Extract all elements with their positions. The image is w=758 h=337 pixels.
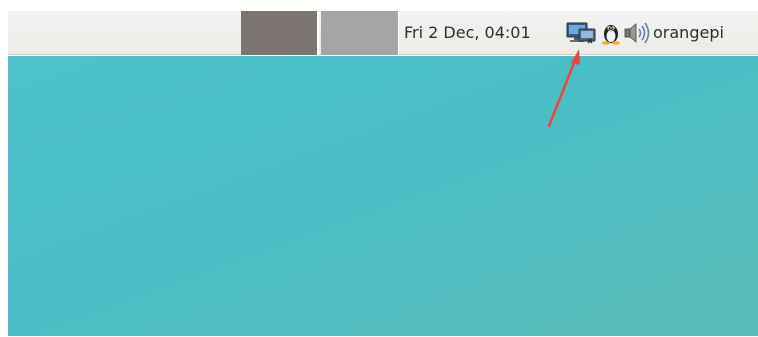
- tux-icon[interactable]: [601, 21, 621, 45]
- workspace-2-button[interactable]: [321, 11, 399, 55]
- top-panel: Fri 2 Dec, 04:01 orangepi: [8, 11, 758, 55]
- network-icon[interactable]: [564, 21, 598, 45]
- volume-icon[interactable]: [622, 21, 652, 45]
- workspace-1-button[interactable]: [241, 11, 319, 55]
- desktop-background[interactable]: [8, 56, 758, 336]
- user-menu[interactable]: orangepi: [653, 23, 724, 42]
- screen: Fri 2 Dec, 04:01 orangepi: [0, 0, 758, 337]
- clock[interactable]: Fri 2 Dec, 04:01: [404, 23, 531, 42]
